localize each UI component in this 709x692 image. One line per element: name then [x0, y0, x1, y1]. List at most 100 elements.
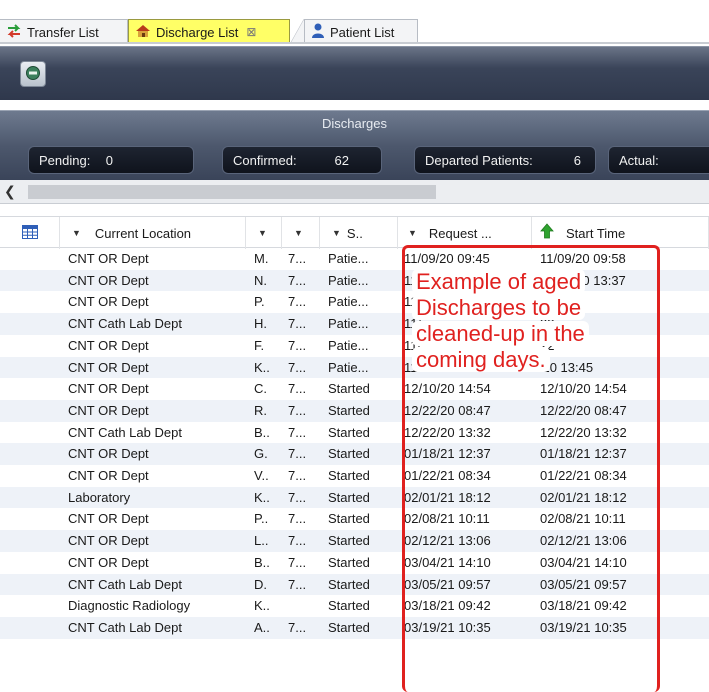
cell-request-time: 11/09/20 09:45 — [404, 251, 490, 266]
column-header-status[interactable]: ▼ S.. — [320, 217, 398, 249]
column-header-name[interactable]: ▼ — [246, 217, 282, 249]
pending-counter[interactable]: Pending: 0 — [28, 146, 194, 174]
cell-patient-initial: R. — [254, 402, 267, 418]
cell-status: Patie... — [328, 359, 369, 375]
cell-location: CNT OR Dept — [68, 251, 149, 266]
refresh-button[interactable] — [20, 61, 46, 87]
cell-request-time: 03/04/21 14:10 — [404, 554, 491, 570]
row-selector[interactable] — [0, 335, 60, 357]
row-selector[interactable] — [0, 248, 60, 270]
counter-label: Pending: — [39, 152, 91, 168]
column-header-request[interactable]: ▼ Request ... — [398, 217, 532, 249]
counter-label: Actual: — [619, 152, 659, 168]
cell-location: CNT Cath Lab Dept — [68, 576, 182, 592]
row-selector[interactable] — [0, 595, 60, 617]
cell-request-time: 01/22/21 08:34 — [404, 468, 491, 483]
callout-text: Example of aged Discharges to be cleaned… — [412, 269, 589, 372]
cell-patient-initial: B.. — [254, 424, 270, 440]
cell-location: CNT OR Dept — [68, 554, 149, 570]
table-row[interactable]: CNT Cath Lab Dept A.. 7... Started 03/19/21 … — [0, 616, 709, 639]
cell-start-time: 02/01/21 18:12 — [540, 489, 627, 505]
cell-start-time: 02/12/21 13:06 — [540, 533, 627, 549]
row-selector[interactable] — [0, 617, 60, 639]
cell-status: Started — [328, 533, 370, 549]
cell-start-time: 12/22/20 13:32 — [540, 424, 627, 440]
cell-status: Patie... — [328, 316, 369, 332]
row-selector[interactable] — [0, 378, 60, 400]
cell-status: Patie... — [328, 272, 369, 288]
tab-label: Discharge List — [156, 24, 239, 40]
tab-discharge-list[interactable]: Discharge List ⊠ — [128, 19, 290, 44]
row-selector[interactable] — [0, 291, 60, 313]
row-selector[interactable] — [0, 357, 60, 379]
house-icon — [135, 24, 151, 41]
table-row[interactable]: CNT OR Dept C. 7... Started 12/10/20 14:54 12… — [0, 378, 709, 400]
tab-divider — [290, 19, 304, 44]
table-row[interactable]: CNT OR Dept B.. 7... Started 03/04/21 14:10 0… — [0, 552, 709, 574]
table-row[interactable]: CNT Cath Lab Dept B.. 7... Started 12/22/20 … — [0, 422, 709, 444]
row-selector[interactable] — [0, 508, 60, 530]
confirmed-counter[interactable]: Confirmed: 62 — [222, 146, 382, 174]
cell-location: CNT Cath Lab Dept — [68, 424, 182, 440]
cell-id: 7... — [288, 337, 307, 353]
table-header: ▼ Current Location ▼ ▼ ▼ S.. ▼ Request .… — [0, 216, 709, 249]
cell-start-time: 03/18/21 09:42 — [540, 598, 627, 614]
table-row[interactable]: CNT OR Dept L.. 7... Started 02/12/21 13:06 0… — [0, 530, 709, 552]
cell-status: Started — [328, 598, 370, 614]
row-selector[interactable] — [0, 465, 60, 487]
column-header-id[interactable]: ▼ — [282, 217, 320, 249]
table-row[interactable]: CNT OR Dept R. 7... Started 12/22/20 08:47 12… — [0, 399, 709, 422]
row-selector[interactable] — [0, 552, 60, 574]
cell-status: Patie... — [328, 337, 369, 353]
tab-patient-list[interactable]: Patient List — [304, 19, 418, 44]
cell-id: 7... — [288, 511, 307, 527]
table-row[interactable]: CNT OR Dept G. 7... Started 01/18/21 12:37 01… — [0, 443, 709, 465]
table-row[interactable]: Diagnostic Radiology K.. Started 03/18/21 0… — [0, 595, 709, 617]
cell-status: Started — [328, 446, 370, 462]
counter-label: Confirmed: — [233, 152, 297, 168]
counter-value: 0 — [105, 152, 113, 168]
cell-id: 7... — [288, 402, 307, 418]
column-header-current-location[interactable]: ▼ Current Location — [60, 217, 246, 249]
cell-patient-initial: G. — [254, 446, 268, 462]
close-icon[interactable]: ⊠ — [246, 25, 256, 39]
column-label: Request ... — [428, 225, 492, 241]
cell-request-time: 03/18/21 09:42 — [404, 598, 491, 614]
tab-label: Patient List — [330, 24, 395, 40]
table-row[interactable]: CNT OR Dept V.. 7... Started 01/22/21 08:34 0… — [0, 465, 709, 487]
horizontal-scrollbar[interactable]: ❮ — [0, 180, 709, 204]
row-selector[interactable] — [0, 313, 60, 335]
cell-patient-initial: M. — [254, 251, 269, 266]
column-header-start-time[interactable]: Start Time — [532, 217, 709, 249]
departed-patients-counter[interactable]: Departed Patients: 6 — [414, 146, 596, 174]
table-row[interactable]: CNT Cath Lab Dept D. 7... Started 03/05/21 0… — [0, 573, 709, 596]
row-selector[interactable] — [0, 400, 60, 422]
cell-request-time: 12/22/20 13:32 — [404, 424, 491, 440]
table-row[interactable]: CNT OR Dept M. 7... Patie... 11/09/20 09:45 1… — [0, 248, 709, 270]
actual-counter[interactable]: Actual: — [608, 146, 709, 174]
cell-id: 7... — [288, 294, 307, 310]
scroll-left-icon[interactable]: ❮ — [4, 183, 16, 200]
cell-location: CNT OR Dept — [68, 337, 149, 353]
row-selector[interactable] — [0, 487, 60, 509]
tab-transfer-list[interactable]: Transfer List — [0, 19, 128, 44]
table-row[interactable]: CNT OR Dept P.. 7... Started 02/08/21 10:11 0… — [0, 508, 709, 530]
row-selector[interactable] — [0, 422, 60, 444]
row-selector[interactable] — [0, 574, 60, 596]
table-row[interactable]: Laboratory K.. 7... Started 02/01/21 18:12 02… — [0, 486, 709, 509]
row-selector[interactable] — [0, 270, 60, 292]
cell-patient-initial: H. — [254, 316, 267, 332]
row-selector[interactable] — [0, 530, 60, 552]
grid-icon — [21, 224, 38, 242]
cell-location: CNT OR Dept — [68, 294, 149, 310]
row-selector[interactable] — [0, 443, 60, 465]
cell-id: 7... — [288, 489, 307, 505]
discharges-summary-panel: Discharges Pending: 0 Confirmed: 62 Depa… — [0, 110, 709, 180]
cell-status: Started — [328, 554, 370, 570]
cell-location: CNT OR Dept — [68, 468, 149, 483]
scrollbar-thumb[interactable] — [28, 185, 436, 199]
cell-patient-initial: D. — [254, 576, 267, 592]
cell-request-time: 12/10/20 14:54 — [404, 381, 491, 397]
cell-start-time: 03/05/21 09:57 — [540, 576, 627, 592]
column-chooser-button[interactable] — [0, 217, 60, 249]
